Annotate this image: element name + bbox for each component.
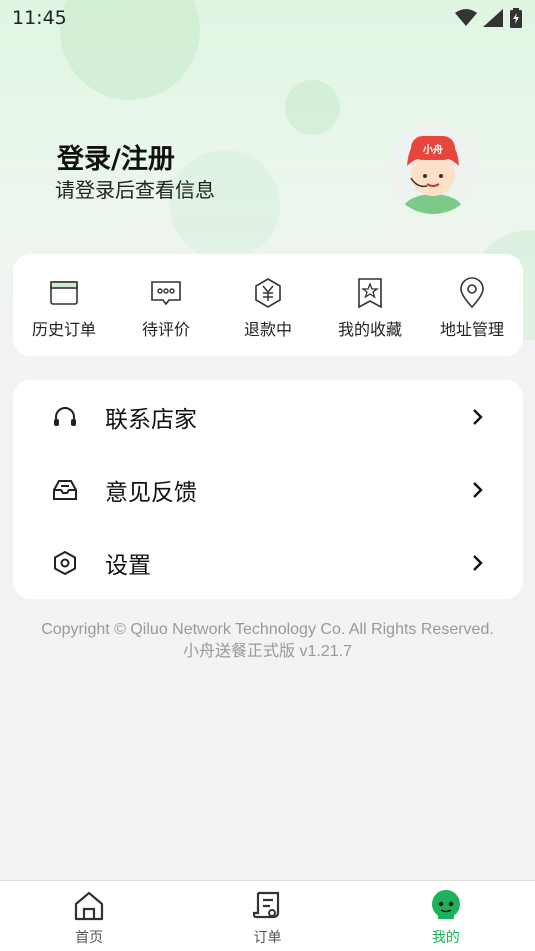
avatar[interactable]: 小舟: [387, 122, 479, 214]
home-icon: [75, 891, 104, 921]
tab-label: 订单: [253, 930, 282, 946]
quick-action-refunding[interactable]: 退款中: [217, 254, 319, 356]
chevron-right-icon: [473, 554, 483, 571]
login-hint: 请登录后查看信息: [55, 178, 215, 202]
menu-contact-store[interactable]: 联系店家: [13, 380, 523, 453]
profile-icon: [431, 890, 460, 919]
avatar-cap-text: 小舟: [422, 143, 443, 156]
quick-action-label: 地址管理: [439, 320, 504, 339]
location-pin-icon: [460, 277, 484, 309]
quick-action-label: 待评价: [141, 320, 190, 339]
quick-action-address[interactable]: 地址管理: [421, 254, 523, 356]
bottom-tab-bar: 首页 订单 我的: [0, 880, 535, 951]
chevron-right-icon: [473, 481, 483, 498]
mascot-avatar-icon: 小舟: [403, 136, 463, 214]
menu-label: 联系店家: [105, 406, 197, 433]
menu-label: 意见反馈: [105, 479, 197, 506]
receipt-icon: [253, 891, 280, 919]
menu-settings[interactable]: 设置: [13, 526, 523, 599]
quick-action-history-orders[interactable]: 历史订单: [13, 254, 115, 356]
status-time: 11:45: [12, 7, 67, 29]
quick-action-label: 退款中: [243, 320, 292, 339]
chevron-right-icon: [473, 408, 483, 425]
inbox-icon: [53, 479, 77, 500]
tab-orders[interactable]: 订单: [178, 881, 356, 951]
quick-action-pending-review[interactable]: 待评价: [115, 254, 217, 356]
menu-label: 设置: [105, 552, 151, 579]
quick-actions-card: 历史订单 待评价 退款中 我的收藏 地址管理: [13, 254, 523, 356]
settings-menu-card: 联系店家 意见反馈 设置: [13, 380, 523, 599]
box-icon: [50, 281, 78, 305]
star-bookmark-icon: [358, 278, 382, 309]
tab-label: 首页: [75, 930, 104, 946]
status-icons: [455, 8, 523, 28]
quick-action-label: 历史订单: [31, 320, 96, 339]
login-register-link[interactable]: 登录/注册: [57, 137, 175, 176]
settings-hex-icon: [54, 550, 76, 575]
copyright-footer: Copyright © Qiluo Network Technology Co.…: [0, 619, 535, 663]
tab-home[interactable]: 首页: [0, 881, 178, 951]
menu-feedback[interactable]: 意见反馈: [13, 453, 523, 526]
yen-icon: [255, 278, 281, 308]
tab-label: 我的: [431, 930, 460, 946]
quick-action-label: 我的收藏: [337, 320, 402, 339]
comment-icon: [151, 281, 181, 306]
copyright-text: Copyright © Qiluo Network Technology Co.…: [41, 621, 494, 638]
status-bar: 11:45: [0, 0, 535, 36]
headphones-icon: [54, 406, 76, 426]
quick-action-favorites[interactable]: 我的收藏: [319, 254, 421, 356]
wifi-icon: [455, 9, 477, 26]
signal-icon: [483, 9, 503, 27]
tab-mine[interactable]: 我的: [357, 881, 535, 951]
battery-icon: [510, 8, 522, 28]
app-version: 小舟送餐正式版 v1.21.7: [183, 643, 352, 660]
